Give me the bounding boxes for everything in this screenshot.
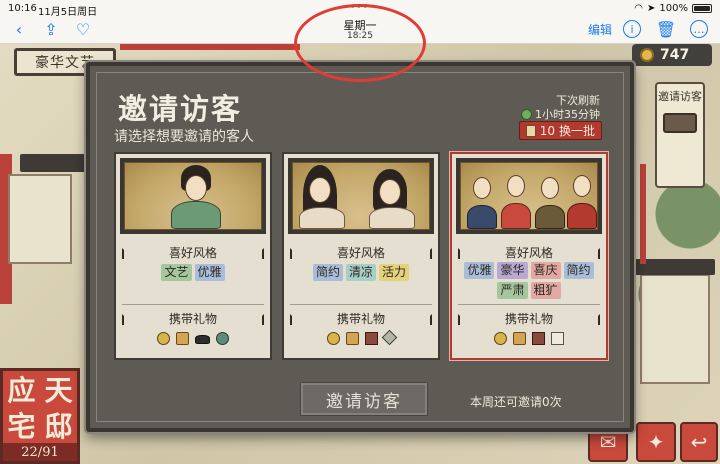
- jade-icon: [216, 332, 229, 345]
- status-time: 10:16: [8, 3, 37, 14]
- fan-icon: [381, 329, 398, 346]
- refresh-cost: 10: [539, 123, 555, 138]
- edit-button[interactable]: 编辑: [588, 21, 612, 38]
- style-header: 喜好风格: [452, 244, 606, 260]
- style-tag: 简约: [312, 264, 343, 281]
- invite-guest-dialog: 邀请访客 请选择想要邀请的客人 下次刷新 1小时35分钟 10 换一批 喜好风格…: [86, 62, 634, 432]
- invite-guest-button[interactable]: 邀请访客: [300, 382, 428, 416]
- divider: [290, 304, 432, 305]
- style-tag: 清凉: [345, 264, 376, 281]
- background-wall: [640, 164, 646, 264]
- guest-card[interactable]: 喜好风格 简约 清凉 活力 携带礼物: [282, 152, 440, 360]
- style-tags: 优雅 豪华 喜庆 简约 严肃 粗犷: [460, 262, 598, 299]
- dialog-title: 邀请访客: [118, 92, 243, 126]
- refresh-button-label: 换一批: [558, 124, 595, 138]
- heart-icon[interactable]: ♡: [72, 19, 94, 39]
- coin-value: 747: [660, 47, 690, 63]
- divider: [458, 304, 600, 305]
- ticket-icon: [525, 124, 536, 137]
- status-date: 11月5日周日: [38, 7, 98, 18]
- background-room: [640, 274, 710, 384]
- invite-guest-shortcut-label: 邀请访客: [658, 90, 702, 103]
- guest-portrait: [460, 162, 598, 230]
- mansion-count: 22/91: [3, 443, 77, 461]
- battery-icon: [692, 4, 712, 13]
- gift-header: 携带礼物: [284, 310, 438, 326]
- gift-list: [452, 332, 606, 345]
- book-icon: [365, 332, 378, 345]
- paper-icon: [551, 332, 564, 345]
- portrait-frame: [288, 158, 434, 234]
- style-tags: 文艺 优雅: [124, 264, 262, 281]
- coin-counter: 747: [632, 44, 712, 66]
- background-roof: [635, 259, 715, 275]
- info-icon: i: [623, 20, 641, 38]
- gift-header: 携带礼物: [452, 310, 606, 326]
- trash-icon[interactable]: 🗑: [655, 19, 677, 39]
- annotation-circle: [294, 4, 426, 82]
- style-tag: 文艺: [161, 264, 192, 281]
- dialog-subtitle: 请选择想要邀请的客人: [114, 129, 254, 145]
- style-tag: 喜庆: [530, 262, 561, 279]
- back-chevron-icon[interactable]: ‹: [8, 19, 30, 39]
- back-button[interactable]: ↩: [680, 422, 718, 462]
- gift-list: [284, 329, 438, 346]
- info-button[interactable]: i: [621, 19, 643, 39]
- gift-list: [116, 332, 270, 345]
- style-header: 喜好风格: [284, 244, 438, 260]
- mansion-badge[interactable]: 应 天 宅 邸 22/91: [0, 368, 80, 464]
- status-indicators: ◠ ➤ 100%: [634, 3, 712, 14]
- guest-card-selected[interactable]: 喜好风格 优雅 豪华 喜庆 简约 严肃 粗犷 携带礼物: [450, 152, 608, 360]
- divider: [122, 304, 264, 305]
- coin-icon: [494, 332, 507, 345]
- invite-guest-shortcut[interactable]: 邀请访客: [655, 82, 705, 188]
- guest-card[interactable]: 喜好风格 文艺 优雅 携带礼物: [114, 152, 272, 360]
- guest-portrait: [292, 162, 430, 230]
- bed-icon: [663, 113, 697, 133]
- style-tag: 豪华: [497, 262, 528, 279]
- share-icon[interactable]: ⇪: [40, 19, 62, 39]
- more-icon: …: [690, 20, 708, 38]
- portrait-frame: [456, 158, 602, 234]
- refresh-guests-button[interactable]: 10 换一批: [518, 121, 602, 140]
- mansion-char: 天: [44, 374, 73, 407]
- more-button[interactable]: …: [688, 19, 710, 39]
- style-tag: 活力: [379, 264, 410, 281]
- background-roof: [20, 154, 90, 172]
- style-tag: 简约: [563, 262, 594, 279]
- refresh-countdown: 1小时35分钟: [521, 106, 600, 122]
- coin-icon: [157, 332, 170, 345]
- coin-icon: [327, 332, 340, 345]
- weekly-invite-remaining: 本周还可邀请0次: [470, 395, 562, 409]
- wifi-icon: ◠: [634, 3, 644, 14]
- background-room: [8, 174, 72, 264]
- book-icon: [532, 332, 545, 345]
- clock-icon: [521, 108, 532, 120]
- scroll-icon: [346, 332, 359, 345]
- mansion-char: 宅: [7, 410, 36, 443]
- return-icon: ↩: [690, 430, 708, 454]
- gift-header: 携带礼物: [116, 310, 270, 326]
- style-tag: 粗犷: [530, 282, 561, 299]
- style-tag: 优雅: [464, 262, 495, 279]
- gift-icon: ✦: [647, 430, 665, 454]
- coin-icon: [640, 48, 654, 62]
- style-tag: 优雅: [194, 264, 225, 281]
- scroll-icon: [513, 332, 526, 345]
- mansion-char: 应: [7, 374, 36, 407]
- mansion-char: 邸: [44, 410, 73, 443]
- style-tag: 严肃: [497, 282, 528, 299]
- portrait-frame: [120, 158, 266, 234]
- background-wall: [120, 44, 300, 50]
- style-header: 喜好风格: [116, 244, 270, 260]
- bag-icon: ✉: [599, 430, 617, 454]
- gift-button[interactable]: ✦: [636, 422, 676, 462]
- battery-percent: 100%: [659, 3, 688, 14]
- location-icon: ➤: [647, 3, 656, 14]
- guest-portrait: [124, 162, 262, 230]
- style-tags: 简约 清凉 活力: [292, 264, 430, 281]
- scroll-icon: [176, 332, 189, 345]
- refresh-time-text: 1小时35分钟: [535, 108, 600, 121]
- ingot-icon: [195, 335, 210, 344]
